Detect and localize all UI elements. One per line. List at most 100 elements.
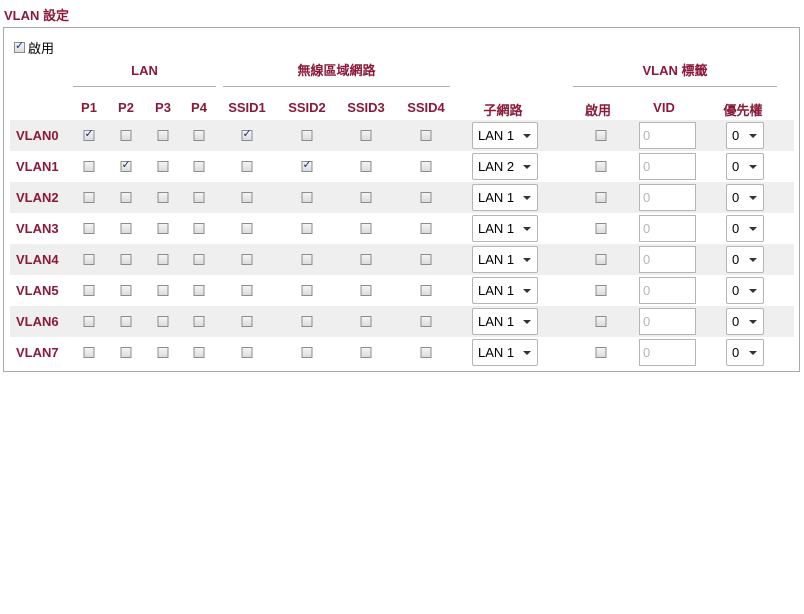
vlan-ssid1-checkbox[interactable] xyxy=(241,285,253,296)
subnet-select[interactable]: LAN 2 xyxy=(472,153,538,180)
vid-input[interactable]: 0 xyxy=(639,153,696,180)
vlan-tag-enable-checkbox[interactable] xyxy=(595,130,607,141)
vlan-p4-checkbox[interactable] xyxy=(193,223,205,234)
priority-select[interactable]: 0 xyxy=(726,122,764,149)
vlan-p2-checkbox[interactable] xyxy=(120,285,132,296)
vlan-p3-checkbox[interactable] xyxy=(157,254,169,265)
priority-select[interactable]: 0 xyxy=(726,215,764,242)
vlan-p1-checkbox[interactable] xyxy=(83,161,95,172)
vlan-tag-enable-checkbox[interactable] xyxy=(595,161,607,172)
subnet-select[interactable]: LAN 1 xyxy=(472,215,538,242)
vlan-ssid4-checkbox[interactable] xyxy=(420,130,432,141)
vlan-p1-checkbox[interactable] xyxy=(83,223,95,234)
vlan-ssid1-checkbox[interactable] xyxy=(241,127,253,141)
vlan-ssid3-checkbox[interactable] xyxy=(360,347,372,358)
vid-input[interactable]: 0 xyxy=(639,215,696,242)
priority-select[interactable]: 0 xyxy=(726,339,764,366)
subnet-select[interactable]: LAN 1 xyxy=(472,184,538,211)
vlan-p4-checkbox[interactable] xyxy=(193,316,205,327)
vlan-p3-checkbox[interactable] xyxy=(157,192,169,203)
vlan-p2-checkbox[interactable] xyxy=(120,192,132,203)
vlan-p4-checkbox[interactable] xyxy=(193,285,205,296)
vlan-ssid2-checkbox[interactable] xyxy=(301,254,313,265)
vlan-ssid2-checkbox[interactable] xyxy=(301,130,313,141)
vlan-p3-checkbox[interactable] xyxy=(157,285,169,296)
vlan-ssid1-checkbox[interactable] xyxy=(241,316,253,327)
vlan-p4-checkbox[interactable] xyxy=(193,254,205,265)
subnet-select[interactable]: LAN 1 xyxy=(472,122,538,149)
vlan-p2-checkbox[interactable] xyxy=(120,316,132,327)
vlan-ssid4-checkbox[interactable] xyxy=(420,254,432,265)
vlan-tag-enable-checkbox[interactable] xyxy=(595,254,607,265)
vlan-enable-checkbox[interactable] xyxy=(14,39,25,53)
vlan-ssid2-checkbox[interactable] xyxy=(301,347,313,358)
vid-input[interactable]: 0 xyxy=(639,277,696,304)
col-vid: VID xyxy=(653,100,675,115)
vlan-p2-checkbox[interactable] xyxy=(120,347,132,358)
vlan-p1-checkbox[interactable] xyxy=(83,192,95,203)
priority-select[interactable]: 0 xyxy=(726,308,764,335)
priority-select[interactable]: 0 xyxy=(726,277,764,304)
vlan-p3-checkbox[interactable] xyxy=(157,130,169,141)
vid-input[interactable]: 0 xyxy=(639,122,696,149)
vlan-p4-checkbox[interactable] xyxy=(193,130,205,141)
vlan-p3-checkbox[interactable] xyxy=(157,316,169,327)
vlan-ssid2-checkbox[interactable] xyxy=(301,285,313,296)
vlan-p1-checkbox[interactable] xyxy=(83,347,95,358)
vlan-ssid4-checkbox[interactable] xyxy=(420,347,432,358)
vlan-p1-checkbox[interactable] xyxy=(83,254,95,265)
subnet-select[interactable]: LAN 1 xyxy=(472,308,538,335)
vlan-p3-checkbox[interactable] xyxy=(157,223,169,234)
vlan-p2-checkbox[interactable] xyxy=(120,254,132,265)
vlan-ssid2-checkbox[interactable] xyxy=(301,158,313,172)
priority-select[interactable]: 0 xyxy=(726,246,764,273)
priority-select[interactable]: 0 xyxy=(726,184,764,211)
vlan-ssid4-checkbox[interactable] xyxy=(420,223,432,234)
vlan-ssid3-checkbox[interactable] xyxy=(360,192,372,203)
vlan-p1-checkbox[interactable] xyxy=(83,316,95,327)
vlan-tag-enable-checkbox[interactable] xyxy=(595,285,607,296)
vid-input[interactable]: 0 xyxy=(639,339,696,366)
vlan-p3-checkbox[interactable] xyxy=(157,347,169,358)
vlan-tag-enable-checkbox[interactable] xyxy=(595,223,607,234)
vlan-ssid1-checkbox[interactable] xyxy=(241,161,253,172)
vlan-p2-checkbox[interactable] xyxy=(120,130,132,141)
vlan-p4-checkbox[interactable] xyxy=(193,192,205,203)
vlan-ssid2-checkbox[interactable] xyxy=(301,223,313,234)
vlan-p4-checkbox[interactable] xyxy=(193,347,205,358)
vlan-ssid4-checkbox[interactable] xyxy=(420,192,432,203)
vlan-ssid1-checkbox[interactable] xyxy=(241,254,253,265)
vlan-p1-checkbox[interactable] xyxy=(83,285,95,296)
vlan-ssid4-checkbox[interactable] xyxy=(420,285,432,296)
vlan-tag-enable-checkbox[interactable] xyxy=(595,316,607,327)
vlan-ssid2-checkbox[interactable] xyxy=(301,316,313,327)
vlan-ssid3-checkbox[interactable] xyxy=(360,223,372,234)
vlan-tag-enable-checkbox[interactable] xyxy=(595,347,607,358)
vid-input[interactable]: 0 xyxy=(639,246,696,273)
vlan-enable[interactable]: 啟用 xyxy=(14,38,54,57)
subnet-select[interactable]: LAN 1 xyxy=(472,339,538,366)
subnet-select[interactable]: LAN 1 xyxy=(472,277,538,304)
vlan-tag-enable-checkbox[interactable] xyxy=(595,192,607,203)
vlan-ssid3-checkbox[interactable] xyxy=(360,254,372,265)
vlan-ssid1-checkbox[interactable] xyxy=(241,347,253,358)
vlan-ssid3-checkbox[interactable] xyxy=(360,316,372,327)
vlan-ssid3-checkbox[interactable] xyxy=(360,130,372,141)
vlan-p3-checkbox[interactable] xyxy=(157,161,169,172)
vlan-ssid3-checkbox[interactable] xyxy=(360,161,372,172)
vlan-ssid4-checkbox[interactable] xyxy=(420,161,432,172)
vlan-row-label: VLAN0 xyxy=(16,128,59,143)
vlan-p4-checkbox[interactable] xyxy=(193,161,205,172)
priority-select[interactable]: 0 xyxy=(726,153,764,180)
subnet-select[interactable]: LAN 1 xyxy=(472,246,538,273)
vlan-p2-checkbox[interactable] xyxy=(120,223,132,234)
vlan-p1-checkbox[interactable] xyxy=(83,127,95,141)
vid-input[interactable]: 0 xyxy=(639,184,696,211)
vlan-ssid1-checkbox[interactable] xyxy=(241,192,253,203)
vlan-p2-checkbox[interactable] xyxy=(120,158,132,172)
vlan-ssid3-checkbox[interactable] xyxy=(360,285,372,296)
vlan-ssid2-checkbox[interactable] xyxy=(301,192,313,203)
vid-input[interactable]: 0 xyxy=(639,308,696,335)
vlan-ssid1-checkbox[interactable] xyxy=(241,223,253,234)
vlan-ssid4-checkbox[interactable] xyxy=(420,316,432,327)
